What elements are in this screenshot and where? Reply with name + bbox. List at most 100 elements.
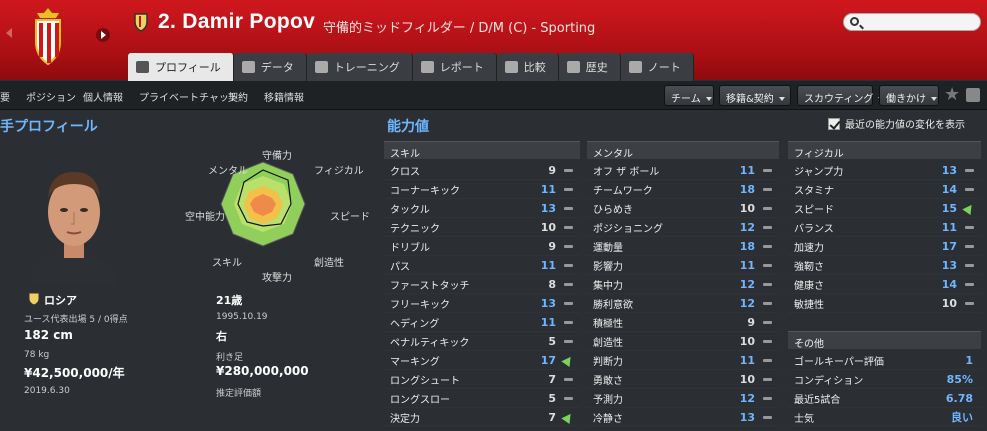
attribute-row[interactable]: コンディション 85% xyxy=(788,370,981,389)
attribute-row[interactable]: 予測力 12 xyxy=(587,389,779,408)
trend-up-icon xyxy=(561,353,575,367)
trend-flat-icon xyxy=(762,415,772,419)
attribute-row[interactable]: ポジショニング 12 xyxy=(587,218,779,237)
show-recent-changes-toggle[interactable]: 最近の能力値の変化を表示 xyxy=(828,116,965,131)
attribute-row[interactable]: 勝利意欲 12 xyxy=(587,294,779,313)
subnav-contract[interactable]: 契約 xyxy=(228,89,248,104)
attribute-row[interactable]: チームワーク 18 xyxy=(587,180,779,199)
attribute-value: 13 xyxy=(941,163,957,177)
next-arrow-icon[interactable] xyxy=(96,28,110,42)
subnav-personal[interactable]: 個人情報 xyxy=(83,89,123,104)
attribute-value: 9 xyxy=(548,239,556,253)
trend-indicator xyxy=(556,377,580,381)
favorite-star-icon[interactable]: ★ xyxy=(944,84,960,105)
attribute-row[interactable]: 加速力 17 xyxy=(788,237,981,256)
scouting-dropdown-button[interactable]: スカウティング xyxy=(797,85,873,106)
trend-flat-icon xyxy=(762,377,772,381)
attribute-name: コーナーキック xyxy=(390,185,460,197)
attribute-name: スピード xyxy=(794,204,834,216)
checkbox-icon[interactable] xyxy=(828,117,840,130)
attribute-row[interactable]: ひらめき 10 xyxy=(587,199,779,218)
tab-1[interactable]: データ xyxy=(233,53,307,81)
back-arrow-icon[interactable] xyxy=(6,28,12,38)
transfer-dropdown-button[interactable]: 移籍&契約 xyxy=(719,85,791,106)
tab-2[interactable]: トレーニング xyxy=(306,53,413,81)
trend-flat-icon xyxy=(762,301,772,305)
attribute-row[interactable]: 最近5試合 6.78 xyxy=(788,389,981,408)
attribute-name: 健康さ xyxy=(794,280,824,292)
attribute-row[interactable]: スタミナ 14 xyxy=(788,180,981,199)
trend-indicator xyxy=(755,244,779,248)
notes-icon[interactable] xyxy=(966,88,980,102)
tab-label: データ xyxy=(260,61,294,74)
subnav-transfer[interactable]: 移籍情報 xyxy=(264,89,304,104)
attribute-name: 決定力 xyxy=(390,413,420,425)
attribute-row[interactable]: 集中力 12 xyxy=(587,275,779,294)
approach-dropdown-button[interactable]: 働きかけ xyxy=(879,85,939,106)
attribute-row[interactable]: 決定力 7 xyxy=(384,408,580,427)
trend-indicator xyxy=(957,263,981,267)
team-dropdown-button[interactable]: チーム xyxy=(664,85,714,106)
attribute-row[interactable]: マーキング 17 xyxy=(384,351,580,370)
trend-flat-icon xyxy=(563,168,573,172)
attribute-row[interactable]: ゴールキーパー評価 1 xyxy=(788,351,981,370)
attribute-row[interactable]: ドリブル 9 xyxy=(384,237,580,256)
attribute-row[interactable]: パス 11 xyxy=(384,256,580,275)
search-input[interactable] xyxy=(843,13,981,31)
attribute-row[interactable]: 強靭さ 13 xyxy=(788,256,981,275)
radar-label-creativity: 創造性 xyxy=(314,258,344,269)
attributes-heading: 能力値 xyxy=(387,119,429,135)
subnav-private-chat[interactable]: プライベートチャット xyxy=(139,89,239,104)
trend-flat-icon xyxy=(762,225,772,229)
attribute-name: 集中力 xyxy=(593,280,623,292)
attribute-row[interactable]: ロングシュート 7 xyxy=(384,370,580,389)
mental-header: メンタル xyxy=(587,141,779,160)
tab-4[interactable]: 比較 xyxy=(496,53,559,81)
player-name: 2. Damir Popov xyxy=(158,10,316,33)
attribute-row[interactable]: 士気 良い xyxy=(788,408,981,427)
attribute-row[interactable]: 運動量 18 xyxy=(587,237,779,256)
attribute-row[interactable]: ロングスロー 5 xyxy=(384,389,580,408)
attribute-row[interactable]: ジャンプ力 13 xyxy=(788,161,981,180)
attribute-row[interactable]: バランス 11 xyxy=(788,218,981,237)
attribute-row[interactable]: テクニック 10 xyxy=(384,218,580,237)
attribute-value: 17 xyxy=(540,353,556,367)
attribute-row[interactable]: 敏捷性 10 xyxy=(788,294,981,313)
attribute-row[interactable]: クロス 9 xyxy=(384,161,580,180)
attribute-value: 11 xyxy=(540,315,556,329)
trend-flat-icon xyxy=(762,282,772,286)
trend-flat-icon xyxy=(964,187,974,191)
attribute-row[interactable]: ヘディング 11 xyxy=(384,313,580,332)
radar-label-mental: メンタル xyxy=(208,166,248,177)
attribute-row[interactable]: タックル 13 xyxy=(384,199,580,218)
attribute-value: 9 xyxy=(747,315,755,329)
attribute-name: 積極性 xyxy=(593,318,623,330)
attribute-row[interactable]: 影響力 11 xyxy=(587,256,779,275)
radar-label-aerial: 空中能力 xyxy=(185,212,225,223)
attribute-row[interactable]: 勇敢さ 10 xyxy=(587,370,779,389)
attribute-row[interactable]: オフ ザ ボール 11 xyxy=(587,161,779,180)
subnav-overview[interactable]: 概要 xyxy=(0,89,10,104)
attribute-name: 冷静さ xyxy=(593,413,623,425)
attribute-row[interactable]: 冷静さ 13 xyxy=(587,408,779,427)
trend-indicator xyxy=(556,396,580,400)
tab-5[interactable]: 歴史 xyxy=(558,53,621,81)
attribute-row[interactable]: 創造性 10 xyxy=(587,332,779,351)
attribute-name: ファーストタッチ xyxy=(390,280,470,292)
trend-up-icon xyxy=(561,410,575,424)
attribute-row[interactable]: 積極性 9 xyxy=(587,313,779,332)
subnav-position[interactable]: ポジション xyxy=(26,89,76,104)
attribute-row[interactable]: 判断力 11 xyxy=(587,351,779,370)
tab-3[interactable]: レポート xyxy=(412,53,497,81)
attribute-value: 10 xyxy=(739,372,755,386)
attribute-row[interactable]: コーナーキック 11 xyxy=(384,180,580,199)
club-badge-icon xyxy=(134,13,148,32)
tab-6[interactable]: ノート xyxy=(620,53,694,81)
attribute-row[interactable]: 健康さ 14 xyxy=(788,275,981,294)
tab-0[interactable]: プロフィール xyxy=(128,53,234,81)
attribute-row[interactable]: ファーストタッチ 8 xyxy=(384,275,580,294)
attribute-row[interactable]: フリーキック 13 xyxy=(384,294,580,313)
attribute-row[interactable]: スピード 15 xyxy=(788,199,981,218)
attribute-row[interactable]: ペナルティキック 5 xyxy=(384,332,580,351)
attribute-value: 6.78 xyxy=(945,391,973,405)
